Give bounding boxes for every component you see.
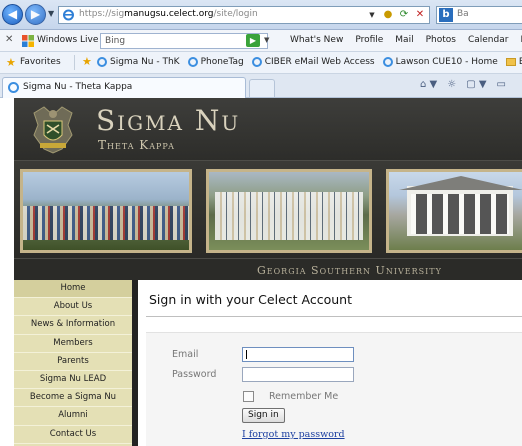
search-text: Ba	[457, 9, 469, 19]
chapter-name: Theta Kappa	[98, 138, 175, 152]
windows-live-link[interactable]: Profile	[355, 35, 383, 45]
windows-live-link[interactable]: Calendar	[468, 35, 508, 45]
history-dropdown-icon[interactable]: ▼	[48, 9, 54, 18]
sidebar-item[interactable]: Contact Us	[14, 426, 132, 444]
windows-live-link[interactable]: Mail	[395, 35, 413, 45]
address-toolbar: ◀ ▶ ▼ https://sigmanugsu.celect.org/site…	[0, 0, 522, 30]
ie-page-icon	[97, 57, 107, 67]
favorites-label[interactable]: Favorites	[20, 57, 61, 67]
university-bar: Georgia Southern University	[14, 258, 522, 280]
favorites-links: Sigma Nu - ThK PhoneTag CIBER eMail Web Ac…	[97, 57, 522, 67]
lock-icon[interactable]: ●	[381, 8, 395, 22]
sidebar-item[interactable]: Members	[14, 335, 132, 353]
group-photo-2	[206, 169, 372, 253]
password-label: Password	[172, 369, 217, 380]
home-icon[interactable]: ⌂ ▼	[420, 79, 437, 90]
favorite-link[interactable]: Lawson CUE10 - Home	[382, 57, 498, 67]
add-favorite-icon[interactable]: ★	[82, 55, 92, 68]
favorite-link-label: CIBER eMail Web Access	[264, 57, 375, 67]
sign-in-button[interactable]: Sign in	[242, 408, 285, 423]
windows-live-search-input[interactable]: Bing	[100, 33, 268, 49]
remember-me-label: Remember Me	[269, 391, 339, 402]
email-label: Email	[172, 349, 199, 360]
ie-page-icon	[251, 57, 262, 67]
address-bar[interactable]: https://sigmanugsu.celect.org/site/login…	[58, 6, 430, 24]
site-name: Sigma Nu	[96, 104, 241, 137]
password-field[interactable]	[242, 367, 354, 382]
folder-icon	[505, 58, 516, 66]
address-url: https://sigmanugsu.celect.org/site/login	[79, 9, 258, 19]
print-icon[interactable]: ▭	[497, 79, 506, 90]
remember-me-checkbox[interactable]	[243, 391, 254, 402]
email-field[interactable]	[242, 347, 354, 362]
site-header: Sigma Nu Theta Kappa	[14, 98, 522, 160]
sidebar-item[interactable]: Become a Sigma Nu	[14, 389, 132, 408]
page-title: Sign in with your Celect Account	[149, 292, 352, 307]
windows-live-label[interactable]: Windows Live	[37, 35, 98, 45]
ie-page-icon	[63, 9, 74, 21]
windows-live-link[interactable]: Photos	[426, 35, 456, 45]
address-dropdown-icon[interactable]: ▼	[365, 8, 379, 22]
windows-live-toolbar: ✕ Windows Live Bing ▶ ▼ What's New Profil…	[0, 30, 522, 52]
favorite-link-label: Lawson CUE10 - Home	[395, 57, 498, 67]
read-mail-icon[interactable]: ▢ ▼	[466, 79, 486, 90]
text-caret	[246, 350, 247, 359]
stop-icon[interactable]: ✕	[413, 8, 427, 22]
windows-live-logo-icon	[22, 35, 34, 47]
page-left-margin	[0, 98, 14, 446]
group-photo-1	[20, 169, 192, 253]
back-arrow-icon: ◀	[7, 7, 18, 21]
chapter-house-photo	[386, 169, 522, 253]
favorite-link[interactable]: PhoneTag	[187, 57, 244, 67]
login-panel: Sign in with your Celect Account Email P…	[138, 280, 522, 446]
ie-page-icon	[8, 82, 19, 93]
forgot-password-link[interactable]: I forgot my password	[242, 429, 345, 440]
command-bar: ⌂ ▼ ☼ ▢ ▼ ▭	[420, 79, 506, 90]
forward-button[interactable]: ▶	[25, 4, 46, 25]
favorite-link[interactable]: CIBER eMail Web Access	[251, 57, 375, 67]
new-tab-button[interactable]	[249, 79, 275, 97]
refresh-icon[interactable]: ⟳	[397, 8, 411, 22]
favorites-bar: ★ Favorites ★ Sigma Nu - ThK PhoneTag CIBE…	[0, 52, 522, 74]
back-button[interactable]: ◀	[2, 4, 23, 25]
favorites-star-icon[interactable]: ★	[6, 56, 16, 69]
chevron-down-icon[interactable]: ▼	[264, 36, 269, 44]
search-go-icon[interactable]: ▶	[246, 34, 260, 47]
windows-live-search-value: Bing	[105, 36, 126, 46]
crest-logo	[33, 106, 73, 154]
sidebar-item[interactable]: About Us	[14, 298, 132, 317]
close-toolbar-icon[interactable]: ✕	[5, 34, 13, 45]
ie-page-icon	[187, 57, 198, 67]
divider	[74, 55, 75, 70]
tab-bar: Sigma Nu - Theta Kappa ⌂ ▼ ☼ ▢ ▼ ▭	[0, 74, 522, 98]
tab-active[interactable]: Sigma Nu - Theta Kappa	[2, 77, 246, 98]
favorite-link-label: Sigma Nu - ThK	[110, 57, 180, 67]
browser-search-box[interactable]: b Ba	[436, 6, 522, 24]
sidebar-nav: Home About Us News & Information Members Par…	[14, 280, 132, 446]
windows-live-links: What's NewProfileMailPhotosCalendarMS	[290, 35, 522, 45]
sidebar-item[interactable]: Parents	[14, 353, 132, 371]
forward-arrow-icon: ▶	[30, 7, 41, 21]
web-page: Sigma Nu Theta Kappa Georgia Southern Un…	[0, 98, 522, 446]
favorite-link[interactable]: Sigma Nu - ThK	[97, 57, 180, 67]
divider	[146, 316, 522, 317]
tab-title: Sigma Nu - Theta Kappa	[23, 82, 133, 92]
sidebar-item[interactable]: News & Information	[14, 316, 132, 335]
bing-icon: b	[439, 8, 453, 22]
photo-strip	[14, 160, 522, 258]
feeds-icon[interactable]: ☼	[447, 79, 456, 90]
favorite-link[interactable]: Bank	[505, 57, 522, 67]
university-name: Georgia Southern University	[257, 264, 442, 277]
sidebar-item[interactable]: Home	[14, 280, 132, 299]
sidebar-item[interactable]: Alumni	[14, 407, 132, 426]
login-form: Email Password Remember Me Sign in I for…	[146, 332, 522, 446]
windows-live-link[interactable]: What's New	[290, 35, 343, 45]
favorite-link-label: PhoneTag	[200, 57, 244, 67]
sidebar-item[interactable]: Sigma Nu LEAD	[14, 371, 132, 390]
ie-page-icon	[382, 57, 393, 67]
